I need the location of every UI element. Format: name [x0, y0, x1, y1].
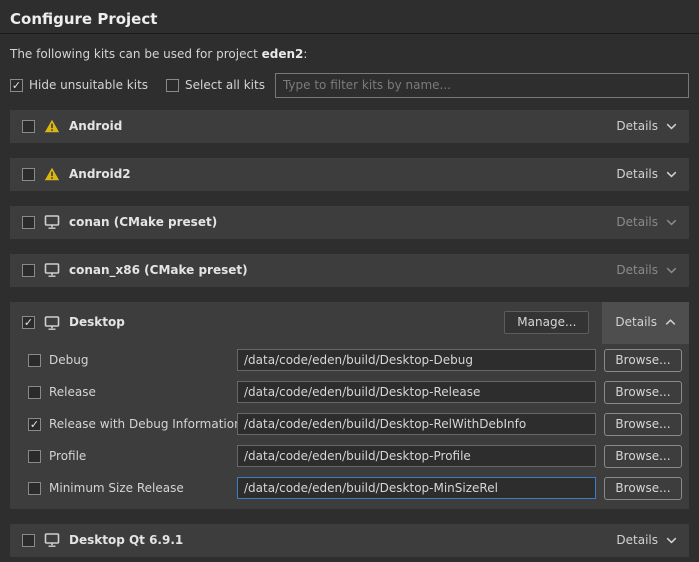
details-button[interactable]: Details	[616, 533, 677, 548]
build-config-label: Release	[49, 385, 237, 400]
build-config-checkbox[interactable]	[28, 450, 41, 463]
select-all-checkbox[interactable]	[166, 79, 179, 92]
kit-checkbox[interactable]	[22, 264, 35, 277]
details-button[interactable]: Details	[616, 167, 677, 182]
kit-checkbox[interactable]	[22, 534, 35, 547]
browse-button[interactable]: Browse...	[604, 349, 682, 372]
details-button[interactable]: Details	[616, 215, 677, 230]
kit-checkbox[interactable]	[22, 316, 35, 329]
chevron-down-icon	[666, 171, 677, 178]
kit-row-desktop: Desktop Manage... Details	[10, 302, 689, 344]
chevron-up-icon	[665, 319, 676, 326]
chevron-down-icon	[666, 267, 677, 274]
select-all-kits-option[interactable]: Select all kits	[166, 78, 265, 93]
page-title: Configure Project	[0, 0, 699, 33]
project-name: eden2	[262, 47, 304, 61]
chevron-down-icon	[666, 219, 677, 226]
kit-row-conan-x86: conan_x86 (CMake preset) Details	[10, 254, 689, 287]
build-dir-input[interactable]	[237, 477, 596, 499]
kit-name: conan (CMake preset)	[69, 215, 217, 230]
desktop-icon	[44, 316, 60, 330]
build-config-row-release: Release Browse...	[28, 381, 681, 404]
kit-filter-bar: Hide unsuitable kits Select all kits	[10, 73, 689, 98]
kit-row-android2: Android2 Details	[10, 158, 689, 191]
build-config-row-minsizerel: Minimum Size Release Browse...	[28, 477, 681, 500]
build-dir-input[interactable]	[237, 349, 596, 371]
kit-name: Desktop	[69, 315, 125, 330]
details-button[interactable]: Details	[616, 263, 677, 278]
kit-filter-input[interactable]	[275, 73, 689, 98]
select-all-label: Select all kits	[185, 78, 265, 93]
kit-list: Android Details Android2 Details conan (…	[0, 110, 699, 557]
details-label: Details	[616, 119, 658, 134]
build-config-checkbox[interactable]	[28, 418, 41, 431]
kit-name: conan_x86 (CMake preset)	[69, 263, 248, 278]
build-config-row-debug: Debug Browse...	[28, 349, 681, 372]
build-config-row-relwithdebinfo: Release with Debug Information Browse...	[28, 413, 681, 436]
chevron-down-icon	[666, 123, 677, 130]
warning-icon	[44, 167, 60, 181]
kit-row-conan: conan (CMake preset) Details	[10, 206, 689, 239]
desktop-icon	[44, 263, 60, 277]
kit-row-android: Android Details	[10, 110, 689, 143]
details-button[interactable]: Details	[602, 302, 689, 344]
build-config-label: Debug	[49, 353, 237, 368]
kit-name: Desktop Qt 6.9.1	[69, 533, 183, 548]
details-button[interactable]: Details	[616, 119, 677, 134]
hide-unsuitable-label: Hide unsuitable kits	[29, 78, 148, 93]
desktop-icon	[44, 533, 60, 547]
desktop-icon	[44, 215, 60, 229]
build-dir-input[interactable]	[237, 381, 596, 403]
kit-section-desktop: Desktop Manage... Details Debug Browse..…	[10, 302, 689, 509]
browse-button[interactable]: Browse...	[604, 413, 682, 436]
build-config-checkbox[interactable]	[28, 482, 41, 495]
chevron-down-icon	[666, 537, 677, 544]
build-config-row-profile: Profile Browse...	[28, 445, 681, 468]
build-config-checkbox[interactable]	[28, 386, 41, 399]
kit-row-desktop-qt: Desktop Qt 6.9.1 Details	[10, 524, 689, 557]
kit-name: Android2	[69, 167, 131, 182]
build-config-label: Release with Debug Information	[49, 417, 237, 432]
hide-unsuitable-checkbox[interactable]	[10, 79, 23, 92]
kit-checkbox[interactable]	[22, 216, 35, 229]
details-label: Details	[616, 215, 658, 230]
browse-button[interactable]: Browse...	[604, 445, 682, 468]
kit-checkbox[interactable]	[22, 120, 35, 133]
kits-intro-text: The following kits can be used for proje…	[10, 47, 689, 62]
build-dir-input[interactable]	[237, 413, 596, 435]
details-label: Details	[616, 167, 658, 182]
details-label: Details	[616, 263, 658, 278]
title-divider	[0, 33, 699, 34]
browse-button[interactable]: Browse...	[604, 477, 682, 500]
kit-checkbox[interactable]	[22, 168, 35, 181]
kit-name: Android	[69, 119, 122, 134]
manage-button[interactable]: Manage...	[504, 311, 589, 334]
build-config-label: Minimum Size Release	[49, 481, 237, 496]
build-dir-input[interactable]	[237, 445, 596, 467]
intro-suffix: :	[303, 47, 307, 61]
warning-icon	[44, 119, 60, 133]
intro-prefix: The following kits can be used for proje…	[10, 47, 262, 61]
details-label: Details	[616, 533, 658, 548]
build-config-label: Profile	[49, 449, 237, 464]
details-label: Details	[615, 315, 657, 330]
browse-button[interactable]: Browse...	[604, 381, 682, 404]
hide-unsuitable-kits-option[interactable]: Hide unsuitable kits	[10, 78, 148, 93]
build-config-checkbox[interactable]	[28, 354, 41, 367]
